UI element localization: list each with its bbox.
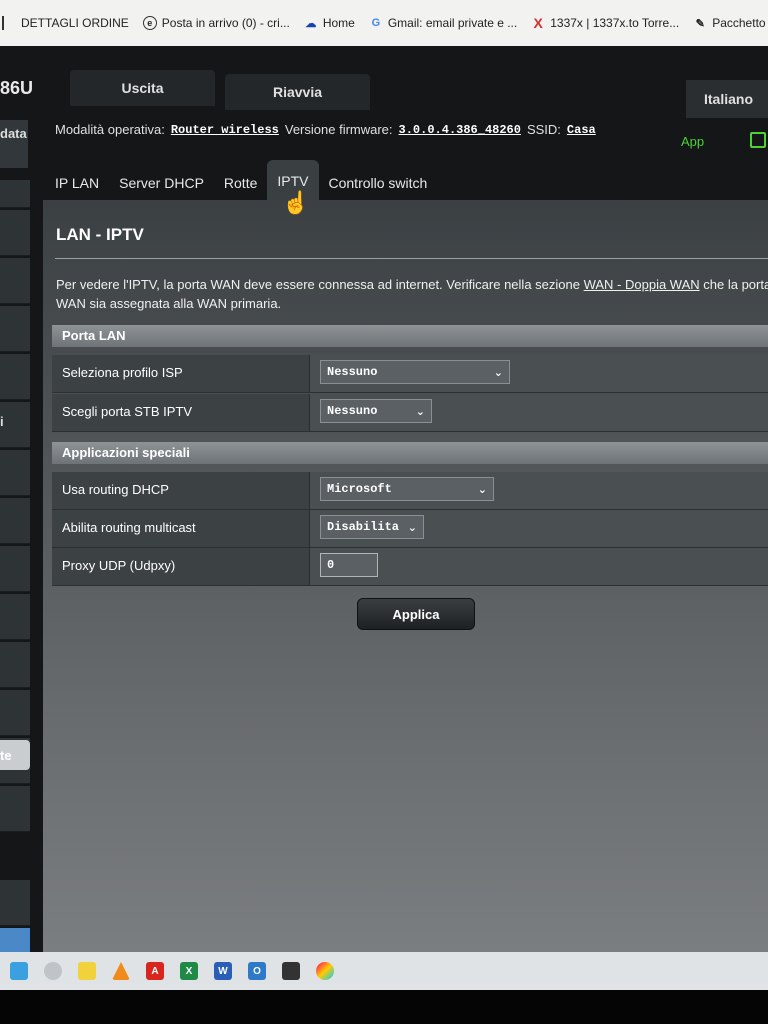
chevron-down-icon: ⌄ <box>477 482 487 496</box>
sidebar-item[interactable] <box>0 402 30 448</box>
bookmarks-bar: DETTAGLI ORDINE e Posta in arrivo (0) - c… <box>0 0 768 46</box>
dhcp-routing-select[interactable]: Microsoft ⌄ <box>320 477 494 501</box>
taskbar: A X W O <box>0 952 768 990</box>
multicast-routing-select[interactable]: Disabilita ⌄ <box>320 515 424 539</box>
isp-profile-select[interactable]: Nessuno ⌄ <box>320 360 510 384</box>
excel-icon[interactable]: X <box>180 962 198 980</box>
monitor-bezel <box>0 990 768 1024</box>
udpxy-label: Proxy UDP (Udpxy) <box>52 548 310 585</box>
sidebar-item[interactable] <box>0 786 30 832</box>
sidebar-item[interactable] <box>0 180 30 208</box>
apply-button[interactable]: Applica <box>357 598 475 630</box>
section-header-special-apps: Applicazioni speciali <box>52 442 768 464</box>
dhcp-routing-row: Usa routing DHCP Microsoft ⌄ <box>52 472 768 510</box>
language-selector[interactable]: Italiano <box>686 80 768 118</box>
bookmark-item[interactable]: ✎Pacchetto le 5 fe <box>693 16 768 30</box>
udpxy-port-input[interactable]: 0 <box>320 553 378 577</box>
multicast-routing-label: Abilita routing multicast <box>52 510 310 547</box>
tab-server-dhcp[interactable]: Server DHCP <box>109 164 214 202</box>
sidebar-item[interactable] <box>0 594 30 640</box>
ssid-link[interactable]: Casa <box>567 123 596 137</box>
notes-icon[interactable] <box>78 962 96 980</box>
chevron-down-icon: ⌄ <box>493 365 503 379</box>
section-header-lan-port: Porta LAN <box>52 325 768 347</box>
sidebar-item-partial[interactable]: data <box>0 120 28 168</box>
dhcp-routing-label: Usa routing DHCP <box>52 472 310 509</box>
sidebar-item[interactable] <box>0 880 30 926</box>
home-icon: ☁ <box>305 17 317 30</box>
hand-cursor-icon: ☝ <box>282 190 310 215</box>
chevron-down-icon: ⌄ <box>415 404 425 418</box>
sidebar-item[interactable] <box>0 306 30 352</box>
sidebar-item-partial[interactable]: te <box>0 740 30 770</box>
stb-port-label: Scegli porta STB IPTV <box>52 394 310 431</box>
tab-ip-lan[interactable]: IP LAN <box>45 164 109 202</box>
sidebar-item-partial[interactable]: i <box>0 414 4 429</box>
outlook-icon[interactable]: O <box>248 962 266 980</box>
bookmark-item[interactable]: DETTAGLI ORDINE <box>2 16 129 30</box>
vlc-icon[interactable] <box>112 962 130 980</box>
bookmark-item[interactable]: ☁ Home <box>304 16 355 30</box>
word-icon[interactable]: W <box>214 962 232 980</box>
app-link[interactable]: App <box>681 134 704 149</box>
sidebar <box>0 110 30 960</box>
stb-port-select[interactable]: Nessuno ⌄ <box>320 399 432 423</box>
mail-icon: e <box>142 16 157 30</box>
bookmark-icon <box>2 16 16 30</box>
udpxy-row: Proxy UDP (Udpxy) 0 <box>52 548 768 586</box>
router-model: 86U <box>0 78 34 98</box>
isp-profile-row: Seleziona profilo ISP Nessuno ⌄ <box>52 355 768 393</box>
wan-dual-wan-link[interactable]: WAN - Doppia WAN <box>584 277 700 292</box>
sidebar-item[interactable] <box>0 690 30 736</box>
tab-rotte[interactable]: Rotte <box>214 164 267 202</box>
pdf-icon[interactable]: A <box>146 962 164 980</box>
tab-controllo-switch[interactable]: Controllo switch <box>319 164 438 202</box>
sidebar-item[interactable] <box>0 546 30 592</box>
chevron-down-icon: ⌄ <box>407 520 417 534</box>
monitor-icon[interactable] <box>750 132 766 148</box>
bookmark-item[interactable]: G Gmail: email private e ... <box>369 16 518 30</box>
page-description: Per vedere l'IPTV, la porta WAN deve ess… <box>56 277 768 311</box>
photos-icon[interactable] <box>316 962 334 980</box>
sidebar-item[interactable] <box>0 258 30 304</box>
operation-mode-link[interactable]: Router wireless <box>171 123 279 137</box>
sidebar-item[interactable] <box>0 210 30 256</box>
x-icon: X <box>533 15 543 31</box>
bookmark-item[interactable]: X 1337x | 1337x.to Torre... <box>531 15 680 31</box>
sidebar-item[interactable] <box>0 498 30 544</box>
screenshot-icon[interactable] <box>282 962 300 980</box>
page-title: LAN - IPTV <box>56 225 144 244</box>
browser-icon[interactable] <box>44 962 62 980</box>
google-icon: G <box>371 17 381 29</box>
logout-button[interactable]: Uscita <box>70 70 215 106</box>
firmware-link[interactable]: 3.0.0.4.386_48260 <box>399 123 521 137</box>
tab-bar: IP LAN Server DHCP Rotte IPTV Controllo … <box>45 158 437 202</box>
isp-profile-label: Seleziona profilo ISP <box>52 355 310 392</box>
package-icon: ✎ <box>695 17 705 30</box>
calendar-icon[interactable] <box>10 962 28 980</box>
status-info: Modalità operativa: Router wireless Vers… <box>55 122 596 137</box>
sidebar-item[interactable] <box>0 354 30 400</box>
bookmark-item[interactable]: e Posta in arrivo (0) - cri... <box>142 16 290 30</box>
stb-port-row: Scegli porta STB IPTV Nessuno ⌄ <box>52 394 768 432</box>
sidebar-item[interactable] <box>0 642 30 688</box>
multicast-routing-row: Abilita routing multicast Disabilita ⌄ <box>52 510 768 548</box>
reboot-button[interactable]: Riavvia <box>225 74 370 110</box>
divider <box>55 258 768 259</box>
sidebar-item[interactable] <box>0 450 30 496</box>
